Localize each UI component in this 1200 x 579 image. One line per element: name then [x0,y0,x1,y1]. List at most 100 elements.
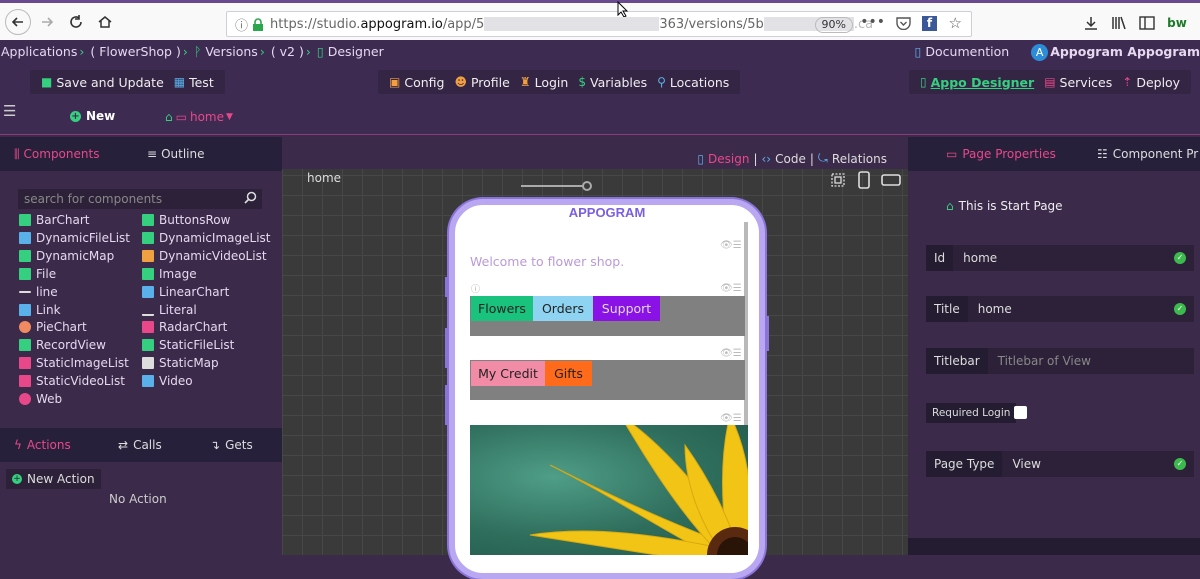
tab-calls[interactable]: ⇄ Calls [118,438,162,452]
tab-gets[interactable]: ↴ Gets [210,438,253,452]
pocket-icon[interactable] [896,16,911,30]
eye-menu-icon[interactable]: 👁☰ [720,348,742,359]
back-icon[interactable] [5,9,31,35]
appo-designer-button[interactable]: ▯ Appo Designer [920,75,1034,90]
home-icon[interactable] [92,9,118,35]
canvas-header: ▯ Design | ‹› Code | ⤿ Relations [282,135,908,169]
phone-view-icon[interactable] [857,171,871,189]
component-item[interactable]: RadarChart [142,320,227,334]
library-icon[interactable] [1110,14,1128,32]
component-item[interactable]: ButtonsRow [142,213,230,227]
component-item[interactable]: Video [142,374,193,388]
breadcrumb-applications[interactable]: Applications [1,44,77,59]
flowers-button[interactable]: Flowers [471,296,533,321]
tab-outline[interactable]: ≡ Outline [147,147,204,161]
page-selector[interactable]: ⌂ ▭ home ▼ [165,110,233,124]
tablet-view-icon[interactable] [881,173,901,187]
zoom-slider-handle[interactable] [582,181,592,191]
login-button[interactable]: ♜ Login [520,75,569,90]
component-item[interactable]: StaticImageList [19,356,129,370]
toolbar-group-config: ▣ Config ☻ Profile ♜ Login $ Variables ⚲ Loca… [378,70,741,94]
component-item[interactable]: Literal [142,303,197,317]
component-item[interactable]: Link [19,303,61,317]
component-item[interactable]: StaticMap [142,356,219,370]
component-item[interactable]: DynamicFileList [19,231,130,245]
title-field[interactable]: Title home ✓ [926,296,1194,322]
sidebar-icon[interactable] [1138,14,1156,32]
component-item[interactable]: Image [142,267,197,281]
deploy-button[interactable]: ⇡ Deploy [1122,75,1180,90]
breadcrumb-version[interactable]: ( v2 ) [271,44,304,59]
titlebar-field[interactable]: Titlebar Titlebar of View [926,348,1194,374]
profile-button[interactable]: ☻ Profile [454,75,509,90]
mobile-icon: ▯ [316,44,324,59]
component-item[interactable]: PieChart [19,320,87,334]
fit-screen-icon[interactable] [830,172,846,188]
facebook-icon[interactable]: f [922,16,937,31]
my-credit-button[interactable]: My Credit [471,361,545,386]
locations-button[interactable]: ⚲ Locations [657,75,729,90]
component-item[interactable]: Web [19,392,62,406]
avatar[interactable]: A [1031,44,1049,61]
eye-menu-icon[interactable]: 👁☰ [720,413,742,424]
component-item[interactable]: LinearChart [142,285,229,299]
user-name[interactable]: Appogram Appogram [1050,44,1200,59]
forward-icon[interactable] [34,9,60,35]
component-item[interactable]: line [19,285,58,299]
documentation-link[interactable]: Documention [925,44,1009,59]
app-breadcrumb-bar: Applications › ( FlowerShop ) › ᚹ Versions… [0,40,1200,65]
page-type-field[interactable]: Page Type View ✓ [926,451,1194,477]
eye-menu-icon[interactable]: 👁☰ [720,283,742,294]
url-redacted [484,17,660,31]
component-item[interactable]: StaticVideoList [19,374,125,388]
tab-actions[interactable]: ϟ Actions [14,438,71,452]
menu-icon[interactable]: ☰ [3,102,16,120]
extension-icon[interactable]: bw [1166,14,1188,32]
breadcrumb-versions[interactable]: Versions [205,44,257,59]
support-button[interactable]: Support [593,296,660,321]
breadcrumb-app-name[interactable]: ( FlowerShop ) [90,44,181,59]
gifts-button[interactable]: Gifts [545,361,592,386]
lock-icon[interactable] [252,17,264,31]
component-item[interactable]: BarChart [19,213,90,227]
variables-button[interactable]: $ Variables [578,75,647,90]
tab-components[interactable]: ⫼ Components [14,147,99,162]
tab-page-properties[interactable]: ▭ Page Properties [946,147,1056,161]
relations-tab[interactable]: Relations [832,152,887,166]
search-input[interactable]: search for components [18,189,262,209]
services-button[interactable]: ▤ Services [1044,75,1112,90]
component-item[interactable]: DynamicImageList [142,231,270,245]
titlebar-input[interactable]: Titlebar of View [988,354,1091,368]
page-type-value[interactable]: View [1002,457,1040,471]
orders-button[interactable]: Orders [533,296,593,321]
zoom-level[interactable]: 90% [814,17,853,33]
eye-menu-icon[interactable]: 👁☰ [720,240,742,251]
new-action-button[interactable]: + New Action [6,469,101,489]
info-icon[interactable]: ⓘ [235,15,248,34]
config-button[interactable]: ▣ Config [389,75,444,90]
star-icon[interactable]: ☆ [949,14,962,32]
more-icon[interactable]: ••• [860,14,885,30]
save-button[interactable]: ■ Save and Update [41,75,164,90]
design-tab[interactable]: Design [708,152,749,166]
required-login-checkbox[interactable] [1014,406,1027,419]
component-item[interactable]: StaticFileList [142,338,234,352]
test-button[interactable]: ▦ Test [174,75,214,90]
id-field[interactable]: Id home ✓ [926,245,1194,271]
title-value[interactable]: home [968,302,1012,316]
download-icon[interactable] [1082,14,1100,32]
info-icon[interactable]: ⓘ [471,282,480,295]
tab-component-properties[interactable]: ☷ Component Pr [1097,147,1198,161]
url-bar[interactable]: ⓘ https://studio. appogram.io/app/5 363/v… [226,11,972,37]
component-item[interactable]: File [19,267,56,281]
component-item[interactable]: DynamicVideoList [142,249,267,263]
zoom-slider[interactable] [521,185,587,187]
component-item[interactable]: RecordView [19,338,106,352]
id-value[interactable]: home [953,251,997,265]
code-tab[interactable]: Code [775,152,806,166]
search-icon[interactable] [244,191,257,204]
reload-icon[interactable] [63,9,89,35]
new-page-button[interactable]: + New [70,109,115,123]
breadcrumb-designer[interactable]: Designer [328,44,384,59]
component-item[interactable]: DynamicMap [19,249,114,263]
